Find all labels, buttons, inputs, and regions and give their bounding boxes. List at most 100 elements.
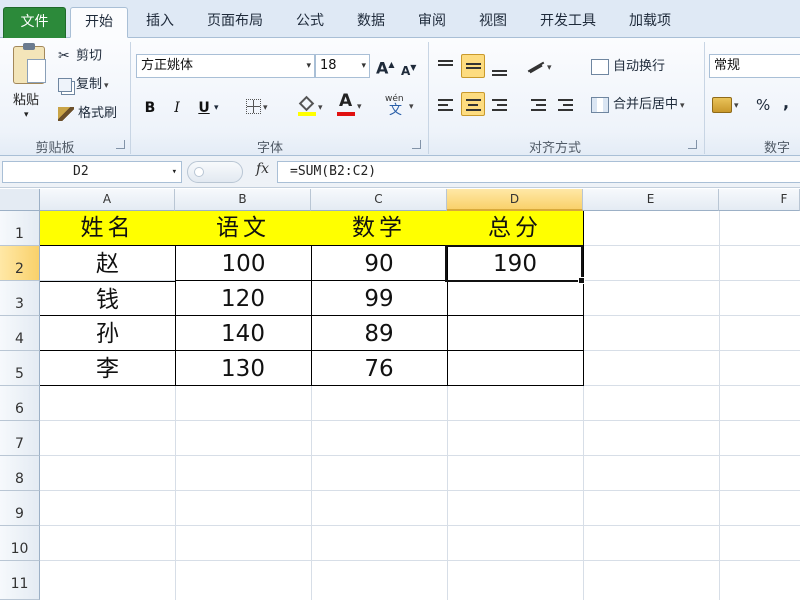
- wrap-text-button[interactable]: 自动换行: [591, 58, 665, 76]
- format-painter-button[interactable]: 格式刷: [58, 105, 117, 123]
- column-header-f[interactable]: F: [719, 189, 800, 211]
- column-header-c[interactable]: C: [311, 189, 447, 211]
- scissors-icon: ✂: [58, 48, 70, 64]
- font-color-icon: A: [337, 92, 355, 116]
- column-header-e[interactable]: E: [583, 189, 719, 211]
- cell-c5[interactable]: 76: [311, 351, 448, 386]
- copy-icon: [58, 77, 72, 92]
- increase-indent-button[interactable]: [554, 94, 578, 118]
- cell-a3[interactable]: 钱: [40, 281, 176, 316]
- cell-b3[interactable]: 120: [175, 281, 312, 316]
- borders-button[interactable]: ▾: [246, 98, 268, 117]
- cell-b5[interactable]: 130: [175, 351, 312, 386]
- cell-a1[interactable]: 姓名: [40, 211, 176, 246]
- row-header-1[interactable]: 1: [0, 211, 40, 246]
- align-middle-button[interactable]: [461, 54, 485, 78]
- cell-b2[interactable]: 100: [175, 246, 312, 281]
- gridline: [40, 420, 800, 421]
- row-header-6[interactable]: 6: [0, 386, 40, 421]
- align-right-button[interactable]: [488, 94, 512, 118]
- orientation-button[interactable]: ▾: [527, 58, 552, 77]
- fx-icon: fx: [256, 161, 270, 177]
- shrink-font-button[interactable]: A▼: [401, 59, 416, 80]
- row-header-11[interactable]: 11: [0, 561, 40, 600]
- group-separator: [704, 42, 705, 154]
- column-header-d[interactable]: D: [447, 189, 583, 211]
- bold-button[interactable]: B: [140, 98, 160, 118]
- row-header-10[interactable]: 10: [0, 526, 40, 561]
- cell-d1[interactable]: 总分: [447, 211, 584, 246]
- select-all-button[interactable]: [0, 189, 40, 211]
- merge-cells-icon: [591, 96, 609, 113]
- tab-insert[interactable]: 插入: [137, 7, 183, 38]
- merge-center-button[interactable]: 合并后居中 ▾: [591, 96, 685, 115]
- cell-a5[interactable]: 李: [40, 351, 176, 386]
- insert-function-button[interactable]: fx: [256, 161, 269, 177]
- row-header-7[interactable]: 7: [0, 421, 40, 456]
- cell-d3[interactable]: [447, 281, 584, 316]
- tab-data[interactable]: 数据: [348, 7, 394, 38]
- align-left-button[interactable]: [434, 94, 458, 118]
- fill-color-button[interactable]: ▾: [298, 95, 323, 117]
- tab-view[interactable]: 视图: [470, 7, 516, 38]
- copy-button[interactable]: 复制 ▾: [58, 76, 109, 95]
- row-header-5[interactable]: 5: [0, 351, 40, 386]
- chevron-down-icon: ▾: [361, 61, 366, 71]
- tab-file[interactable]: 文件: [3, 7, 66, 38]
- row-header-3[interactable]: 3: [0, 281, 40, 316]
- cell-c3[interactable]: 99: [311, 281, 448, 316]
- cell-c2[interactable]: 90: [311, 246, 448, 281]
- column-header-a[interactable]: A: [40, 189, 175, 211]
- accounting-format-button[interactable]: ▾: [712, 96, 739, 115]
- cell-d5[interactable]: [447, 351, 584, 386]
- font-group-label: 字体: [256, 141, 283, 156]
- align-bottom-button[interactable]: [488, 56, 512, 80]
- underline-button[interactable]: U: [194, 98, 214, 118]
- group-separator: [130, 42, 131, 154]
- cell-b4[interactable]: 140: [175, 316, 312, 351]
- name-box[interactable]: D2 ▾: [2, 161, 182, 183]
- italic-button[interactable]: I: [167, 98, 187, 118]
- paste-button[interactable]: 粘贴 ▾: [4, 40, 52, 128]
- cut-button[interactable]: ✂ 剪切: [58, 47, 102, 66]
- underline-dropdown-icon[interactable]: ▾: [214, 99, 219, 117]
- row-header-9[interactable]: 9: [0, 491, 40, 526]
- column-header-b[interactable]: B: [175, 189, 311, 211]
- row-header-8[interactable]: 8: [0, 456, 40, 491]
- tab-add-ins[interactable]: 加载项: [620, 7, 680, 38]
- borders-icon: [246, 99, 261, 114]
- clipboard-launcher-icon[interactable]: [116, 140, 125, 149]
- formula-input[interactable]: =SUM(B2:C2): [277, 161, 800, 183]
- phonetic-guide-button[interactable]: wén 文 ▾: [385, 94, 414, 118]
- font-name-combo[interactable]: 方正姚体 ▾: [136, 54, 315, 78]
- tab-formulas[interactable]: 公式: [287, 7, 333, 38]
- align-center-button[interactable]: [461, 92, 485, 116]
- formula-bar-resize-handle[interactable]: [187, 161, 243, 183]
- decrease-indent-button[interactable]: [527, 94, 551, 118]
- font-color-button[interactable]: A ▾: [337, 92, 362, 116]
- cell-a4[interactable]: 孙: [40, 316, 176, 351]
- gridline: [719, 211, 720, 600]
- active-cell-selection[interactable]: [445, 245, 585, 284]
- alignment-launcher-icon[interactable]: [688, 140, 697, 149]
- tab-developer[interactable]: 开发工具: [530, 7, 606, 38]
- tab-home[interactable]: 开始: [70, 7, 128, 38]
- font-launcher-icon[interactable]: [412, 140, 421, 149]
- align-top-button[interactable]: [434, 56, 458, 80]
- row-header-4[interactable]: 4: [0, 316, 40, 351]
- alignment-group-label: 对齐方式: [528, 141, 581, 156]
- cell-d4[interactable]: [447, 316, 584, 351]
- cell-c1[interactable]: 数学: [311, 211, 448, 246]
- percent-button[interactable]: %: [756, 96, 770, 114]
- comma-style-button[interactable]: ,: [783, 94, 789, 112]
- ribbon-tab-bar: 文件 开始 插入 页面布局 公式 数据 审阅 视图 开发工具 加载项: [0, 0, 800, 38]
- row-header-2[interactable]: 2: [0, 246, 40, 281]
- grow-font-button[interactable]: A▲: [376, 56, 395, 77]
- cell-c4[interactable]: 89: [311, 316, 448, 351]
- font-size-combo[interactable]: 18 ▾: [315, 54, 370, 78]
- cell-b1[interactable]: 语文: [175, 211, 312, 246]
- tab-review[interactable]: 审阅: [409, 7, 455, 38]
- number-format-combo[interactable]: 常规: [709, 54, 800, 78]
- tab-page-layout[interactable]: 页面布局: [198, 7, 272, 38]
- cell-a2[interactable]: 赵: [40, 246, 175, 281]
